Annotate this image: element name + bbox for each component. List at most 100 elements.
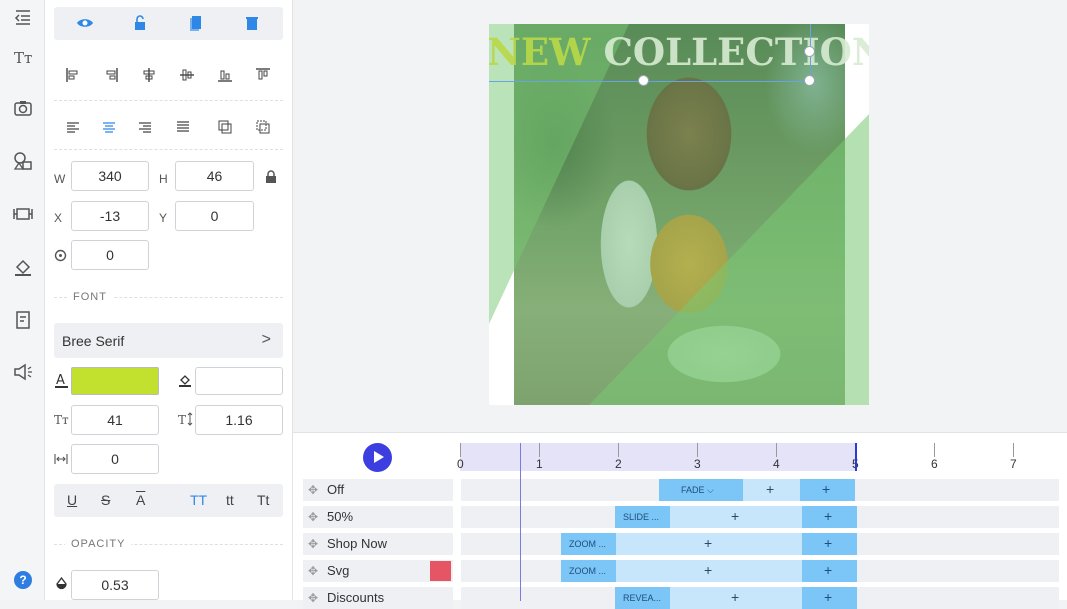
resize-handle[interactable] <box>638 75 649 86</box>
align-bottom-icon[interactable] <box>217 67 233 83</box>
add-exit-icon[interactable]: + <box>824 562 832 578</box>
x-input[interactable]: -13 <box>71 201 149 231</box>
drag-handle-icon[interactable]: ✥ <box>308 483 318 497</box>
overline-button[interactable]: A <box>136 492 145 508</box>
align-right-icon[interactable] <box>103 67 119 83</box>
align-hcenter-icon[interactable] <box>141 67 157 83</box>
layer-row[interactable]: ✥ Off <box>303 479 453 501</box>
font-family-select[interactable]: Bree Serif > <box>54 323 283 358</box>
timeline-ruler[interactable]: 0 1 2 3 4 5 6 7 <box>457 443 1060 471</box>
bring-forward-icon[interactable] <box>217 119 233 135</box>
animation-clip[interactable]: ZOOM ... + + <box>561 560 857 582</box>
headline-word-collection: COLLECTION <box>603 30 869 74</box>
add-exit-icon[interactable]: + <box>822 481 830 497</box>
tick-label: 0 <box>457 457 464 471</box>
audio-icon[interactable] <box>12 361 34 383</box>
text-align-center-icon[interactable] <box>101 119 117 135</box>
text-color-swatch[interactable] <box>71 367 159 395</box>
titlecase-button[interactable]: Tt <box>257 492 269 508</box>
tick-label: 4 <box>773 457 780 471</box>
layer-track: FADE ⌵ + + <box>461 479 1059 501</box>
tick-label: 7 <box>1010 457 1017 471</box>
highlight-color-swatch[interactable] <box>195 367 283 395</box>
help-icon[interactable]: ? <box>14 571 32 589</box>
rotation-input[interactable]: 0 <box>71 240 149 270</box>
play-button[interactable] <box>363 443 392 472</box>
exit-animation[interactable]: + <box>802 533 857 555</box>
add-keyframe-icon[interactable]: + <box>704 535 712 551</box>
svg-color-swatch[interactable] <box>430 561 451 581</box>
svg-text:Tт: Tт <box>14 49 32 67</box>
text-align-left-icon[interactable] <box>65 119 81 135</box>
resize-handle[interactable] <box>804 46 815 57</box>
drag-handle-icon[interactable]: ✥ <box>308 591 318 605</box>
drag-handle-icon[interactable]: ✥ <box>308 510 318 524</box>
layer-row[interactable]: ✥ Discounts <box>303 587 453 609</box>
lowercase-button[interactable]: tt <box>226 492 234 508</box>
text-icon[interactable]: Tт <box>12 46 34 68</box>
send-backward-icon[interactable] <box>255 119 271 135</box>
video-icon[interactable] <box>12 203 34 225</box>
align-left-icon[interactable] <box>65 67 81 83</box>
animation-type[interactable]: REVEA... <box>615 587 670 609</box>
camera-icon[interactable] <box>12 97 34 119</box>
letter-spacing-input[interactable]: 0 <box>71 444 159 474</box>
strikethrough-button[interactable]: S <box>101 492 110 508</box>
align-vcenter-icon[interactable] <box>179 67 195 83</box>
add-keyframe-icon[interactable]: + <box>766 481 774 497</box>
add-exit-icon[interactable]: + <box>824 589 832 605</box>
playhead[interactable] <box>520 443 521 601</box>
animation-type[interactable]: ZOOM ... <box>561 560 616 582</box>
drag-handle-icon[interactable]: ✥ <box>308 564 318 578</box>
y-input[interactable]: 0 <box>175 201 254 231</box>
align-top-icon[interactable] <box>255 67 271 83</box>
animation-type[interactable]: SLIDE ... <box>615 506 670 528</box>
text-align-right-icon[interactable] <box>137 119 153 135</box>
animation-clip[interactable]: SLIDE ... + + <box>615 506 857 528</box>
duplicate-icon[interactable] <box>187 14 205 32</box>
aspect-lock-icon[interactable] <box>265 170 277 184</box>
animation-clip[interactable]: ZOOM ... + + <box>561 533 857 555</box>
add-exit-icon[interactable]: + <box>824 508 832 524</box>
add-keyframe-icon[interactable]: + <box>731 508 739 524</box>
animation-type[interactable]: ZOOM ... <box>561 533 616 555</box>
layer-row[interactable]: ✥ 50% <box>303 506 453 528</box>
font-size-input[interactable]: 41 <box>71 405 159 435</box>
end-marker[interactable] <box>855 443 857 471</box>
layer-track: ZOOM ... + + <box>461 533 1059 555</box>
y-label: Y <box>159 211 168 225</box>
width-input[interactable]: 340 <box>71 161 149 191</box>
layer-name: Off <box>327 482 345 497</box>
exit-animation[interactable]: + <box>802 560 857 582</box>
exit-animation[interactable]: + <box>802 587 857 609</box>
artboard[interactable]: NEW COLLECTION <box>489 24 869 405</box>
underline-button[interactable]: U <box>67 492 77 508</box>
add-keyframe-icon[interactable]: + <box>731 589 739 605</box>
template-icon[interactable] <box>12 309 34 331</box>
height-input[interactable]: 46 <box>175 161 254 191</box>
trash-icon[interactable] <box>243 14 261 32</box>
fill-icon[interactable] <box>12 256 34 278</box>
uppercase-button[interactable]: TT <box>190 492 207 508</box>
opacity-input[interactable]: 0.53 <box>71 570 159 600</box>
exit-animation[interactable]: + <box>802 506 857 528</box>
lock-icon[interactable] <box>131 14 149 32</box>
shapes-icon[interactable] <box>12 150 34 172</box>
animation-type[interactable]: FADE ⌵ <box>659 479 743 501</box>
exit-animation[interactable]: + <box>800 479 855 501</box>
line-height-input[interactable]: 1.16 <box>195 405 283 435</box>
eye-icon[interactable] <box>76 14 94 32</box>
add-keyframe-icon[interactable]: + <box>704 562 712 578</box>
selection-outline <box>489 81 811 82</box>
add-exit-icon[interactable]: + <box>824 535 832 551</box>
animation-clip[interactable]: FADE ⌵ + + <box>659 479 855 501</box>
layer-track: SLIDE ... + + <box>461 506 1059 528</box>
animation-clip[interactable]: REVEA... + + <box>615 587 857 609</box>
resize-handle[interactable] <box>804 75 815 86</box>
layer-row[interactable]: ✥ Shop Now <box>303 533 453 555</box>
drag-handle-icon[interactable]: ✥ <box>308 537 318 551</box>
text-align-justify-icon[interactable] <box>175 119 191 135</box>
tick-label: 1 <box>536 457 543 471</box>
collapse-icon[interactable] <box>12 6 34 28</box>
font-size-icon: Tт <box>54 412 70 427</box>
